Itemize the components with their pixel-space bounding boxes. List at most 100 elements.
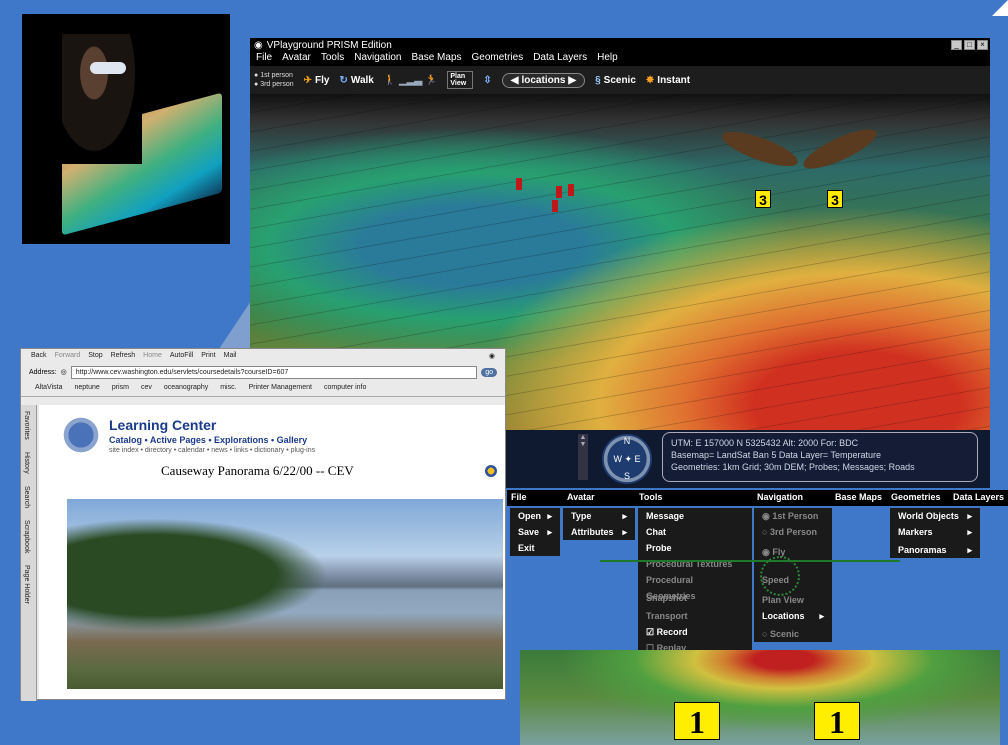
- fav-neptune[interactable]: neptune: [75, 384, 100, 393]
- locations-button[interactable]: ◀ locations ▶: [501, 72, 586, 88]
- nav-scenic[interactable]: ○ Scenic: [754, 626, 832, 642]
- address-bar: Address: ◎ http://www.cev.washington.edu…: [21, 363, 505, 381]
- vp-title: VPlayground PRISM Edition: [266, 39, 392, 51]
- stop-button[interactable]: Stop: [88, 352, 102, 360]
- nav-fly[interactable]: ◉ Fly: [754, 544, 832, 560]
- menu2-navigation[interactable]: Navigation: [753, 490, 831, 506]
- fav-computer-info[interactable]: computer info: [324, 384, 366, 393]
- file-save[interactable]: Save ▸: [510, 524, 560, 540]
- throbber-icon: ◉: [488, 353, 495, 360]
- compass-icon[interactable]: NW ✦ ES: [602, 434, 652, 484]
- up-down-icon[interactable]: ⇳: [483, 75, 491, 86]
- menu-tools[interactable]: Tools: [321, 52, 344, 66]
- menu2-base-maps[interactable]: Base Maps: [831, 490, 887, 506]
- person-radio-group[interactable]: ● 1st person ● 3rd person: [254, 71, 294, 89]
- label-badge: 1: [814, 702, 860, 740]
- tools-chat[interactable]: Chat: [638, 524, 752, 540]
- autofill-button[interactable]: AutoFill: [170, 352, 193, 360]
- menu2-file[interactable]: File: [507, 490, 563, 506]
- menu-avatar[interactable]: Avatar: [282, 52, 311, 66]
- radio-3rd-person[interactable]: ● 3rd person: [254, 80, 294, 89]
- tools-procedural-textures[interactable]: Procedural Textures: [638, 556, 752, 572]
- mail-button[interactable]: Mail: [224, 352, 237, 360]
- go-button[interactable]: go: [481, 367, 497, 377]
- utm-line: UTM: E 157000 N 5325432 Alt: 2000 For: B…: [671, 438, 859, 448]
- geo-world-objects[interactable]: World Objects ▸: [890, 508, 980, 524]
- learning-center-nav[interactable]: Catalog • Active Pages • Explorations • …: [109, 435, 307, 445]
- file-open[interactable]: Open ▸: [510, 508, 560, 524]
- fav-printer[interactable]: Printer Management: [249, 384, 312, 393]
- nav-console: ▲ ▼ NW ✦ ES UTM: E 157000 N 5325432 Alt: …: [506, 430, 990, 488]
- tools-probe[interactable]: Probe: [638, 540, 752, 556]
- avatar-type[interactable]: Type ▸: [563, 508, 635, 524]
- probe-marker: [556, 186, 562, 198]
- tab-search[interactable]: Search: [21, 480, 32, 514]
- minimize-button[interactable]: _: [951, 40, 962, 50]
- nav-3rd-person[interactable]: ○ 3rd Person: [754, 524, 832, 540]
- refresh-button[interactable]: Refresh: [111, 352, 136, 360]
- tab-history[interactable]: History: [21, 446, 32, 480]
- causeway-panorama-image[interactable]: [67, 499, 503, 689]
- address-input[interactable]: http://www.cev.washington.edu/servlets/c…: [70, 365, 478, 379]
- plan-view-button[interactable]: Plan View: [447, 71, 474, 89]
- print-button[interactable]: Print: [201, 352, 215, 360]
- page-icon: ◎: [60, 369, 67, 376]
- tools-message[interactable]: Message: [638, 508, 752, 524]
- fav-misc[interactable]: misc.: [220, 384, 236, 393]
- geo-panoramas[interactable]: Panoramas ▸: [890, 542, 980, 558]
- menu-base-maps[interactable]: Base Maps: [411, 52, 461, 66]
- tools-procedural-geometries[interactable]: Procedural Geometries: [638, 572, 752, 601]
- vertical-scroll[interactable]: ▲ ▼: [578, 434, 588, 480]
- back-button[interactable]: Back: [31, 352, 47, 360]
- radio-1st-person[interactable]: ● 1st person: [254, 71, 294, 80]
- favorites-bar: AltaVista neptune prism cev oceanography…: [21, 381, 505, 397]
- learning-center-title[interactable]: Learning Center: [109, 417, 216, 433]
- instant-button[interactable]: ✸ Instant: [646, 75, 690, 86]
- tab-scrapbook[interactable]: Scrapbook: [21, 514, 32, 559]
- nav-plan-view[interactable]: Plan View: [754, 592, 832, 608]
- vp-toolbar: ● 1st person ● 3rd person ✈ Fly ↻ Walk 🚶 ▁…: [250, 66, 990, 94]
- quicktime-icon[interactable]: [485, 465, 497, 477]
- menu-file[interactable]: File: [256, 52, 272, 66]
- forward-button[interactable]: Forward: [55, 352, 81, 360]
- learning-center-sublinks[interactable]: site index • directory • calendar • news…: [109, 447, 315, 454]
- basemap-line: Basemap= LandSat Ban 5 Data Layer= Tempe…: [671, 450, 881, 460]
- fly-button[interactable]: ✈ Fly: [304, 75, 330, 86]
- label-badge: 3: [755, 190, 771, 208]
- tools-transport[interactable]: Transport: [638, 608, 752, 624]
- checkbox-icon: ☑: [646, 627, 655, 637]
- menu2-avatar[interactable]: Avatar: [563, 490, 635, 506]
- explorer-sidebar: Favorites History Search Scrapbook Page …: [21, 405, 37, 701]
- user-photo: [22, 14, 230, 244]
- fav-cev[interactable]: cev: [141, 384, 152, 393]
- browser-toolbar: Back Forward Stop Refresh Home AutoFill …: [21, 349, 505, 363]
- menu-navigation[interactable]: Navigation: [354, 52, 401, 66]
- cev-logo: [59, 413, 103, 457]
- avatar-attributes[interactable]: Attributes ▸: [563, 524, 635, 540]
- menu2-data-layers[interactable]: Data Layers: [949, 490, 1008, 506]
- tab-page-holder[interactable]: Page Holder: [21, 559, 32, 610]
- menu-data-layers[interactable]: Data Layers: [533, 52, 587, 66]
- menu2-geometries[interactable]: Geometries: [887, 490, 949, 506]
- address-label: Address:: [29, 368, 57, 376]
- menus-menubar: File Avatar Tools Navigation Base Maps G…: [507, 490, 1008, 506]
- menu2-tools[interactable]: Tools: [635, 490, 753, 506]
- fav-prism[interactable]: prism: [112, 384, 129, 393]
- fav-oceanography[interactable]: oceanography: [164, 384, 208, 393]
- maximize-button[interactable]: □: [964, 40, 975, 50]
- close-button[interactable]: ×: [977, 40, 988, 50]
- geometries-line: Geometries: 1km Grid; 30m DEM; Probes; M…: [671, 462, 915, 472]
- person-speed-slider[interactable]: 🚶 ▁▂▃ 🏃: [384, 75, 438, 86]
- tab-favorites[interactable]: Favorites: [21, 405, 32, 446]
- fav-altavista[interactable]: AltaVista: [35, 384, 63, 393]
- menu-help[interactable]: Help: [597, 52, 618, 66]
- walk-button[interactable]: ↻ Walk: [340, 75, 374, 86]
- file-exit[interactable]: Exit: [510, 540, 560, 556]
- menu-geometries[interactable]: Geometries: [472, 52, 524, 66]
- nav-locations[interactable]: Locations ▸: [754, 608, 832, 624]
- nav-1st-person[interactable]: ◉ 1st Person: [754, 508, 832, 524]
- home-button[interactable]: Home: [143, 352, 162, 360]
- scenic-button[interactable]: § Scenic: [595, 75, 636, 86]
- tools-record[interactable]: ☑ Record: [638, 624, 752, 640]
- geo-markers[interactable]: Markers ▸: [890, 524, 980, 540]
